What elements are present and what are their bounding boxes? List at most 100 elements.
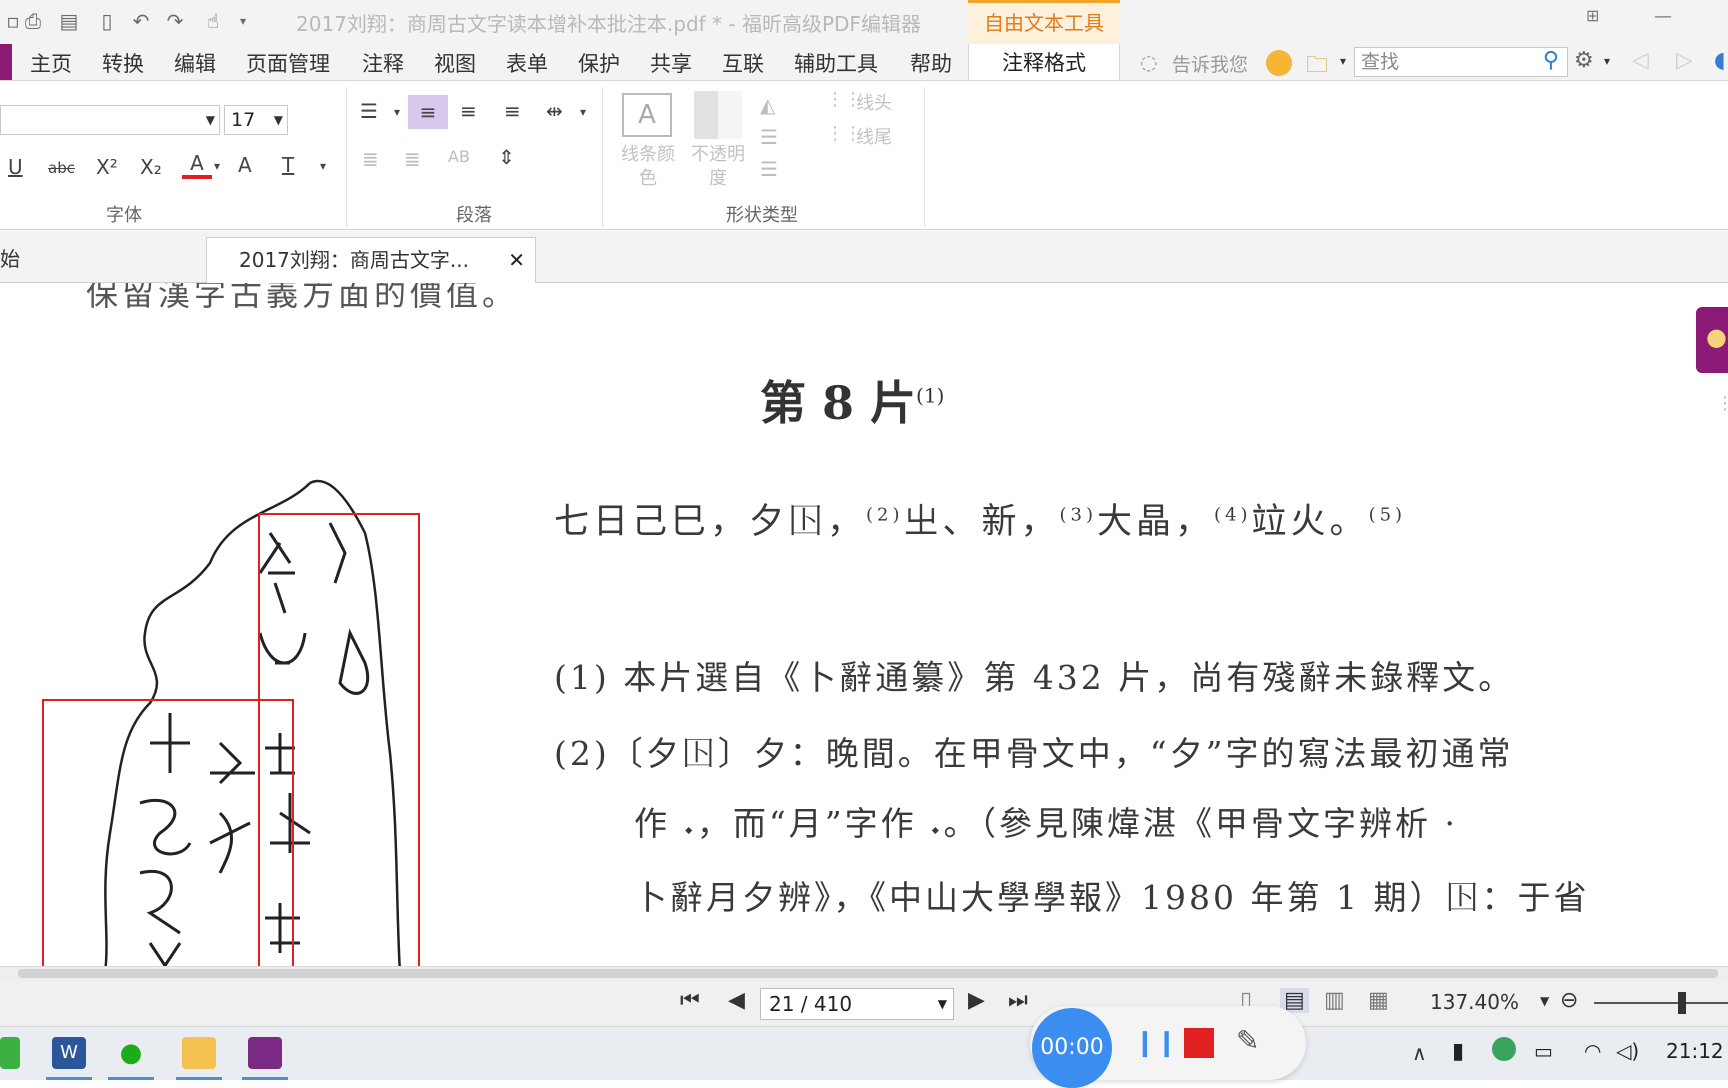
- zoom-slider-thumb[interactable]: [1678, 992, 1686, 1014]
- more-options-icon[interactable]: ⋮: [1716, 393, 1728, 414]
- line-spacing-icon[interactable]: ⇹: [546, 99, 563, 123]
- bullet-list-icon[interactable]: ☰: [360, 99, 378, 123]
- align-left-button[interactable]: ≡: [408, 95, 448, 129]
- search-scope-dropdown-icon[interactable]: ▾: [1340, 54, 1346, 68]
- zoom-level[interactable]: 137.40%: [1430, 990, 1519, 1014]
- line-width-icon[interactable]: ☰: [760, 125, 778, 149]
- line-end-button[interactable]: 线尾: [856, 123, 892, 149]
- page-dropdown-icon[interactable]: ▼: [938, 989, 947, 1019]
- minimize-button[interactable]: —: [1654, 6, 1672, 27]
- print-icon[interactable]: ⎙: [20, 8, 46, 34]
- menu-page-management[interactable]: 页面管理: [246, 48, 330, 78]
- opacity-icon[interactable]: [694, 91, 742, 139]
- search-icon[interactable]: ⚲: [1543, 48, 1559, 73]
- side-panel-toggle[interactable]: ●: [1696, 307, 1728, 373]
- search-input[interactable]: [1355, 48, 1525, 76]
- menu-form[interactable]: 表单: [506, 48, 548, 78]
- text-style-dropdown-icon[interactable]: ▾: [320, 159, 326, 173]
- tab-start[interactable]: 始: [0, 237, 216, 283]
- volume-icon[interactable]: ◁): [1616, 1039, 1639, 1063]
- align-right-icon[interactable]: ≡: [504, 99, 521, 123]
- font-size-combo[interactable]: 17 ▼: [224, 105, 288, 135]
- redo-icon[interactable]: ↷: [162, 8, 188, 34]
- superscript-button[interactable]: X²: [96, 155, 118, 179]
- horizontal-scrollbar[interactable]: [0, 966, 1728, 980]
- menu-edit[interactable]: 编辑: [174, 48, 216, 78]
- menu-view[interactable]: 视图: [434, 48, 476, 78]
- scan-icon[interactable]: ▤: [56, 8, 82, 34]
- font-color-button[interactable]: A: [182, 151, 212, 179]
- previous-page-icon[interactable]: ◀: [728, 988, 745, 1013]
- pause-icon[interactable]: ❙❙: [1134, 1028, 1178, 1058]
- close-tab-icon[interactable]: ✕: [508, 238, 525, 282]
- sync-icon[interactable]: [1492, 1037, 1516, 1061]
- settings-dropdown-icon[interactable]: ▾: [1604, 54, 1610, 68]
- wechat-app-icon[interactable]: ●: [114, 1037, 148, 1069]
- font-color-dropdown-icon[interactable]: ▾: [214, 159, 220, 173]
- pen-icon[interactable]: ✎: [1236, 1024, 1259, 1057]
- continuous-facing-view-icon[interactable]: ▦: [1368, 988, 1389, 1013]
- customize-dropdown-icon[interactable]: ▾: [230, 8, 256, 34]
- tell-me-field[interactable]: 告诉我您: [1172, 50, 1248, 77]
- line-color-icon[interactable]: A: [622, 93, 672, 137]
- menu-help[interactable]: 帮助: [910, 48, 952, 78]
- decrease-indent-icon[interactable]: ≣: [362, 147, 379, 171]
- taskbar-app-icon[interactable]: [0, 1037, 20, 1069]
- layout-icon[interactable]: ⊞: [1586, 6, 1599, 25]
- line-color-button[interactable]: 线条颜色: [618, 143, 678, 191]
- back-arrow-icon[interactable]: ◁: [1632, 48, 1649, 73]
- zoom-dropdown-icon[interactable]: ▼: [1540, 994, 1549, 1008]
- context-tab-free-text-tool[interactable]: 自由文本工具: [968, 0, 1120, 44]
- tray-expand-icon[interactable]: ∧: [1412, 1041, 1427, 1065]
- next-page-icon[interactable]: ▶: [968, 988, 985, 1013]
- line-start-button[interactable]: 线头: [856, 89, 892, 115]
- zoom-out-icon[interactable]: ⊖: [1560, 988, 1578, 1013]
- search-box[interactable]: ⚲: [1354, 47, 1568, 77]
- settings-gear-icon[interactable]: ⚙: [1574, 48, 1594, 73]
- increase-indent-icon[interactable]: ≣: [404, 147, 421, 171]
- first-page-icon[interactable]: ⏮: [680, 988, 700, 1013]
- scrollbar-thumb[interactable]: [18, 969, 1718, 978]
- microphone-icon[interactable]: ▮: [1452, 1039, 1464, 1064]
- word-app-icon[interactable]: W: [52, 1037, 86, 1069]
- annotation-rectangle[interactable]: [42, 699, 294, 967]
- file-menu-button[interactable]: [0, 44, 12, 80]
- tab-annotation-format[interactable]: 注释格式: [968, 44, 1120, 82]
- facing-view-icon[interactable]: ▥: [1324, 988, 1345, 1013]
- skin-icon[interactable]: [1266, 50, 1292, 76]
- tab-document[interactable]: 2017刘翔：商周古文字... ✕: [206, 237, 536, 283]
- line-spacing-dropdown-icon[interactable]: ▾: [580, 105, 586, 119]
- menu-accessibility[interactable]: 辅助工具: [794, 48, 878, 78]
- menu-connect[interactable]: 互联: [722, 48, 764, 78]
- opacity-button[interactable]: 不透明度: [688, 143, 748, 191]
- menu-protect[interactable]: 保护: [578, 48, 620, 78]
- font-family-combo[interactable]: ▼: [0, 105, 220, 135]
- new-document-icon[interactable]: ▯: [94, 8, 120, 34]
- paragraph-spacing-icon[interactable]: ⇕: [498, 145, 515, 169]
- document-view[interactable]: 保留漢字古義方面的價值。 第 8 片(1) 七日己巳，夕𡆥，(2)㞢、新，(3)…: [0, 283, 1728, 967]
- stop-recording-button[interactable]: [1184, 1028, 1214, 1058]
- bullet-list-dropdown-icon[interactable]: ▾: [394, 105, 400, 119]
- zoom-slider[interactable]: [1594, 1002, 1728, 1004]
- menu-comment[interactable]: 注释: [362, 48, 404, 78]
- undo-icon[interactable]: ↶: [128, 8, 154, 34]
- strikethrough-button[interactable]: abc: [48, 159, 75, 177]
- line-style-icon[interactable]: ☰: [760, 157, 778, 181]
- foxit-app-icon[interactable]: [248, 1037, 282, 1069]
- menu-share[interactable]: 共享: [650, 48, 692, 78]
- file-explorer-icon[interactable]: [182, 1037, 216, 1069]
- underline-button[interactable]: U: [8, 155, 23, 179]
- page-number-field[interactable]: 21 / 410 ▼: [760, 988, 954, 1020]
- character-spacing-button[interactable]: A: [238, 153, 252, 177]
- last-page-icon[interactable]: ⏭: [1008, 988, 1028, 1013]
- fill-color-icon[interactable]: ◭: [760, 93, 775, 117]
- text-direction-icon[interactable]: AB: [448, 147, 470, 166]
- forward-arrow-icon[interactable]: ▷: [1676, 48, 1693, 73]
- menu-convert[interactable]: 转换: [102, 48, 144, 78]
- battery-icon[interactable]: ▭: [1534, 1039, 1553, 1063]
- notification-icon[interactable]: ◖: [1714, 48, 1726, 73]
- menu-home[interactable]: 主页: [30, 48, 72, 78]
- subscript-button[interactable]: X₂: [140, 155, 162, 179]
- wifi-icon[interactable]: ◠: [1584, 1039, 1601, 1063]
- text-style-button[interactable]: T: [282, 153, 294, 177]
